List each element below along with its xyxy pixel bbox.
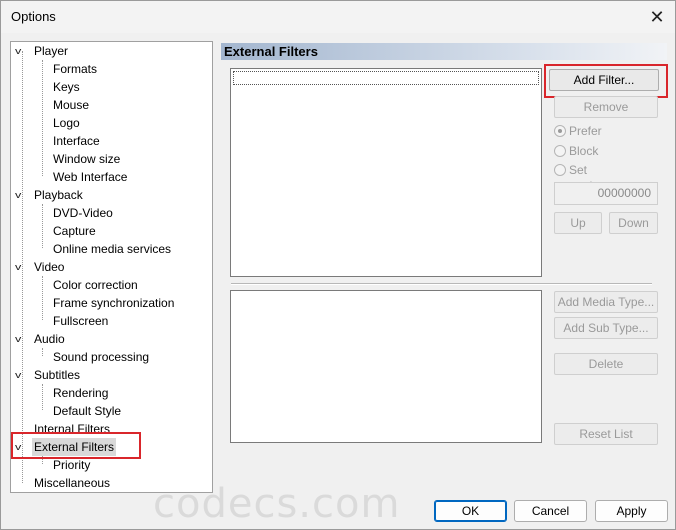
chevron-down-icon[interactable]: v [15,334,29,344]
tree-guide [42,276,43,320]
chevron-down-icon[interactable]: v [15,370,29,380]
add-sub-type-button[interactable]: Add Sub Type... [554,317,658,339]
options-tree[interactable]: v Player Formats Keys Mouse Logo Interfa… [10,41,213,493]
divider [231,283,652,285]
tree-item-sound-processing[interactable]: Sound processing [53,348,149,366]
window-title: Options [11,9,56,24]
tree-item-dvd-video[interactable]: DVD-Video [53,204,113,222]
merit-field[interactable]: 00000000 [554,182,658,205]
tree-item-mouse[interactable]: Mouse [53,96,89,114]
filter-list[interactable] [230,68,542,277]
tree-item-video[interactable]: Video [34,258,64,276]
tree-item-frame-sync[interactable]: Frame synchronization [53,294,174,312]
up-button[interactable]: Up [554,212,602,234]
page-title: External Filters [221,43,667,60]
close-icon[interactable]: ✕ [639,1,675,33]
tree-guide [42,60,43,176]
tree-item-rendering[interactable]: Rendering [53,384,108,402]
tree-item-capture[interactable]: Capture [53,222,96,240]
chevron-down-icon[interactable]: v [15,190,29,200]
tree-guide [42,384,43,410]
tree-item-web-interface[interactable]: Web Interface [53,168,127,186]
chevron-down-icon[interactable]: v [15,46,29,56]
remove-button[interactable]: Remove [554,96,658,118]
apply-button[interactable]: Apply [595,500,668,522]
media-type-list[interactable] [230,290,542,443]
ok-button[interactable]: OK [434,500,507,522]
tree-item-playback[interactable]: Playback [34,186,83,204]
radio-icon [554,164,566,176]
reset-list-button[interactable]: Reset List [554,423,658,445]
options-dialog: Options ✕ v Player Formats Keys Mouse Lo… [0,0,676,530]
down-button[interactable]: Down [609,212,658,234]
highlight-box [11,432,141,459]
tree-item-keys[interactable]: Keys [53,78,80,96]
prefer-label: Prefer [569,124,602,138]
cancel-button[interactable]: Cancel [514,500,587,522]
tree-item-default-style[interactable]: Default Style [53,402,121,420]
radio-selected-icon [554,125,566,137]
highlight-box [544,64,668,98]
tree-item-online-media[interactable]: Online media services [53,240,171,258]
tree-item-color-correction[interactable]: Color correction [53,276,138,294]
tree-item-window-size[interactable]: Window size [53,150,120,168]
tree-item-player[interactable]: Player [34,42,68,60]
delete-button[interactable]: Delete [554,353,658,375]
radio-icon [554,145,566,157]
tree-guide [42,204,43,248]
tree-item-fullscreen[interactable]: Fullscreen [53,312,108,330]
chevron-down-icon[interactable]: v [15,262,29,272]
tree-item-miscellaneous[interactable]: Miscellaneous [34,474,110,492]
tree-item-logo[interactable]: Logo [53,114,80,132]
tree-item-audio[interactable]: Audio [34,330,65,348]
watermark: codecs.com [153,481,401,527]
tree-guide [42,348,43,356]
filter-list-focus-row[interactable] [233,71,539,85]
tree-item-formats[interactable]: Formats [53,60,97,78]
title-bar: Options ✕ [1,1,675,33]
tree-item-interface[interactable]: Interface [53,132,100,150]
tree-item-subtitles[interactable]: Subtitles [34,366,80,384]
add-media-type-button[interactable]: Add Media Type... [554,291,658,313]
block-label: Block [569,144,599,158]
